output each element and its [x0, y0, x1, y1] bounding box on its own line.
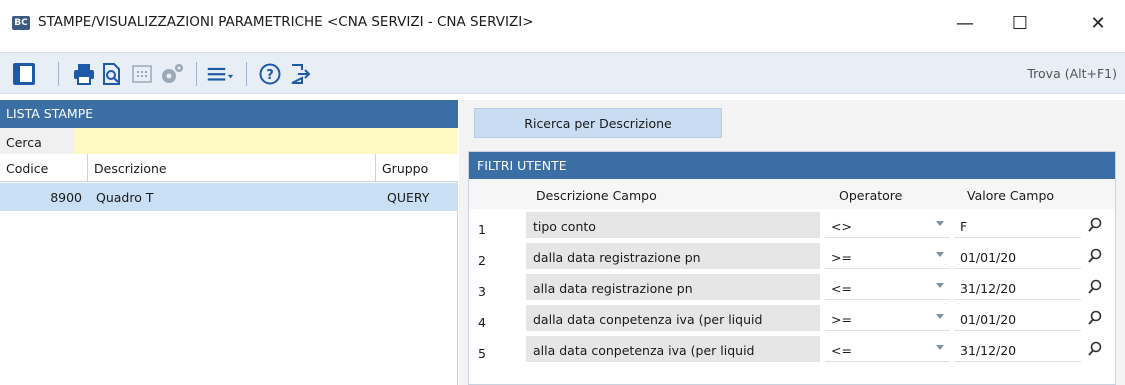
chevron-down-icon[interactable]: [935, 282, 945, 290]
print-preview-icon[interactable]: [98, 60, 126, 88]
descrizione-cell: Quadro T: [96, 190, 154, 205]
table-row[interactable]: 8900 Quadro T QUERY: [0, 183, 458, 211]
gruppo-cell: QUERY: [387, 190, 430, 205]
right-panel: Ricerca per Descrizione FILTRI UTENTE De…: [459, 100, 1125, 385]
search-icon[interactable]: [1086, 309, 1104, 327]
find-shortcut-label[interactable]: Trova (Alt+F1): [1027, 66, 1117, 81]
campo-description: dalla data conpetenza iva (per liquid: [526, 305, 820, 331]
maximize-button[interactable]: ☐: [1000, 8, 1040, 38]
minimize-button[interactable]: —: [945, 8, 985, 38]
codice-cell: 8900: [50, 190, 82, 205]
toolbar-separator: [58, 62, 59, 86]
operatore-select[interactable]: <=: [825, 336, 950, 362]
column-header-valore-campo: Valore Campo: [967, 188, 1055, 203]
cerca-row: Cerca: [0, 128, 458, 154]
operatore-select[interactable]: <>: [825, 212, 950, 238]
row-number: 5: [469, 334, 526, 364]
filter-row: 5 alla data conpetenza iva (per liquid <…: [469, 334, 1115, 364]
search-icon[interactable]: [1086, 216, 1104, 234]
chevron-down-icon[interactable]: [935, 344, 945, 352]
valore-field[interactable]: 01/01/20: [954, 305, 1081, 331]
campo-description: dalla data registrazione pn: [526, 243, 820, 269]
toolbar: ? Trova (Alt+F1): [0, 52, 1125, 94]
calculator-icon[interactable]: [128, 60, 156, 88]
column-header-gruppo[interactable]: Gruppo: [376, 154, 458, 182]
cerca-label: Cerca: [0, 128, 74, 154]
lista-stampe-panel: LISTA STAMPE Cerca Codice Descrizione Gr…: [0, 100, 458, 385]
operatore-select[interactable]: <=: [825, 274, 950, 300]
valore-field[interactable]: 31/12/20: [954, 336, 1081, 362]
operatore-select[interactable]: >=: [825, 243, 950, 269]
campo-description: alla data conpetenza iva (per liquid: [526, 336, 820, 362]
chevron-down-icon[interactable]: [935, 313, 945, 321]
filter-row: 4 dalla data conpetenza iva (per liquid …: [469, 303, 1115, 333]
settings-icon[interactable]: [158, 60, 186, 88]
close-button[interactable]: ✕: [1078, 8, 1118, 38]
valore-field[interactable]: 01/01/20: [954, 243, 1081, 269]
toolbar-separator: [246, 62, 247, 86]
row-number: 3: [469, 272, 526, 302]
app-logo-icon: BC: [12, 16, 30, 30]
toolbar-separator: [196, 62, 197, 86]
search-icon[interactable]: [1086, 247, 1104, 265]
campo-description: tipo conto: [526, 212, 820, 238]
chevron-down-icon[interactable]: [935, 220, 945, 228]
row-number: 4: [469, 303, 526, 333]
help-icon[interactable]: ?: [256, 60, 284, 88]
lista-grid-header: Codice Descrizione Gruppo: [0, 154, 458, 182]
svg-text:?: ?: [266, 68, 274, 83]
operatore-select[interactable]: >=: [825, 305, 950, 331]
column-header-descrizione[interactable]: Descrizione: [88, 154, 376, 182]
cerca-input[interactable]: [74, 128, 458, 154]
window-title: STAMPE/VISUALIZZAZIONI PARAMETRICHE <CNA…: [38, 14, 534, 30]
column-header-operatore: Operatore: [839, 188, 903, 203]
filtri-grid-header: Descrizione Campo Operatore Valore Campo: [469, 179, 1115, 209]
exit-icon[interactable]: [286, 60, 314, 88]
campo-description: alla data registrazione pn: [526, 274, 820, 300]
print-icon[interactable]: [70, 60, 98, 88]
valore-field[interactable]: 31/12/20: [954, 274, 1081, 300]
lista-stampe-header: LISTA STAMPE: [0, 100, 458, 128]
row-number: 2: [469, 241, 526, 271]
column-header-descrizione-campo: Descrizione Campo: [536, 188, 657, 203]
valore-field[interactable]: F: [954, 212, 1081, 238]
menu-icon[interactable]: [206, 60, 234, 88]
row-number: 1: [469, 210, 526, 240]
search-icon[interactable]: [1086, 278, 1104, 296]
search-icon[interactable]: [1086, 340, 1104, 358]
ricerca-per-descrizione-button[interactable]: Ricerca per Descrizione: [474, 108, 722, 138]
chevron-down-icon[interactable]: [935, 251, 945, 259]
filter-row: 1 tipo conto <> F: [469, 210, 1115, 240]
filtri-utente-header: FILTRI UTENTE: [469, 152, 1115, 179]
filtri-utente-panel: FILTRI UTENTE Descrizione Campo Operator…: [468, 151, 1116, 385]
title-bar: BC STAMPE/VISUALIZZAZIONI PARAMETRICHE <…: [0, 0, 1125, 46]
filter-row: 2 dalla data registrazione pn >= 01/01/2…: [469, 241, 1115, 271]
panel-icon[interactable]: [10, 60, 38, 88]
filter-row: 3 alla data registrazione pn <= 31/12/20: [469, 272, 1115, 302]
column-header-codice[interactable]: Codice: [0, 154, 88, 182]
